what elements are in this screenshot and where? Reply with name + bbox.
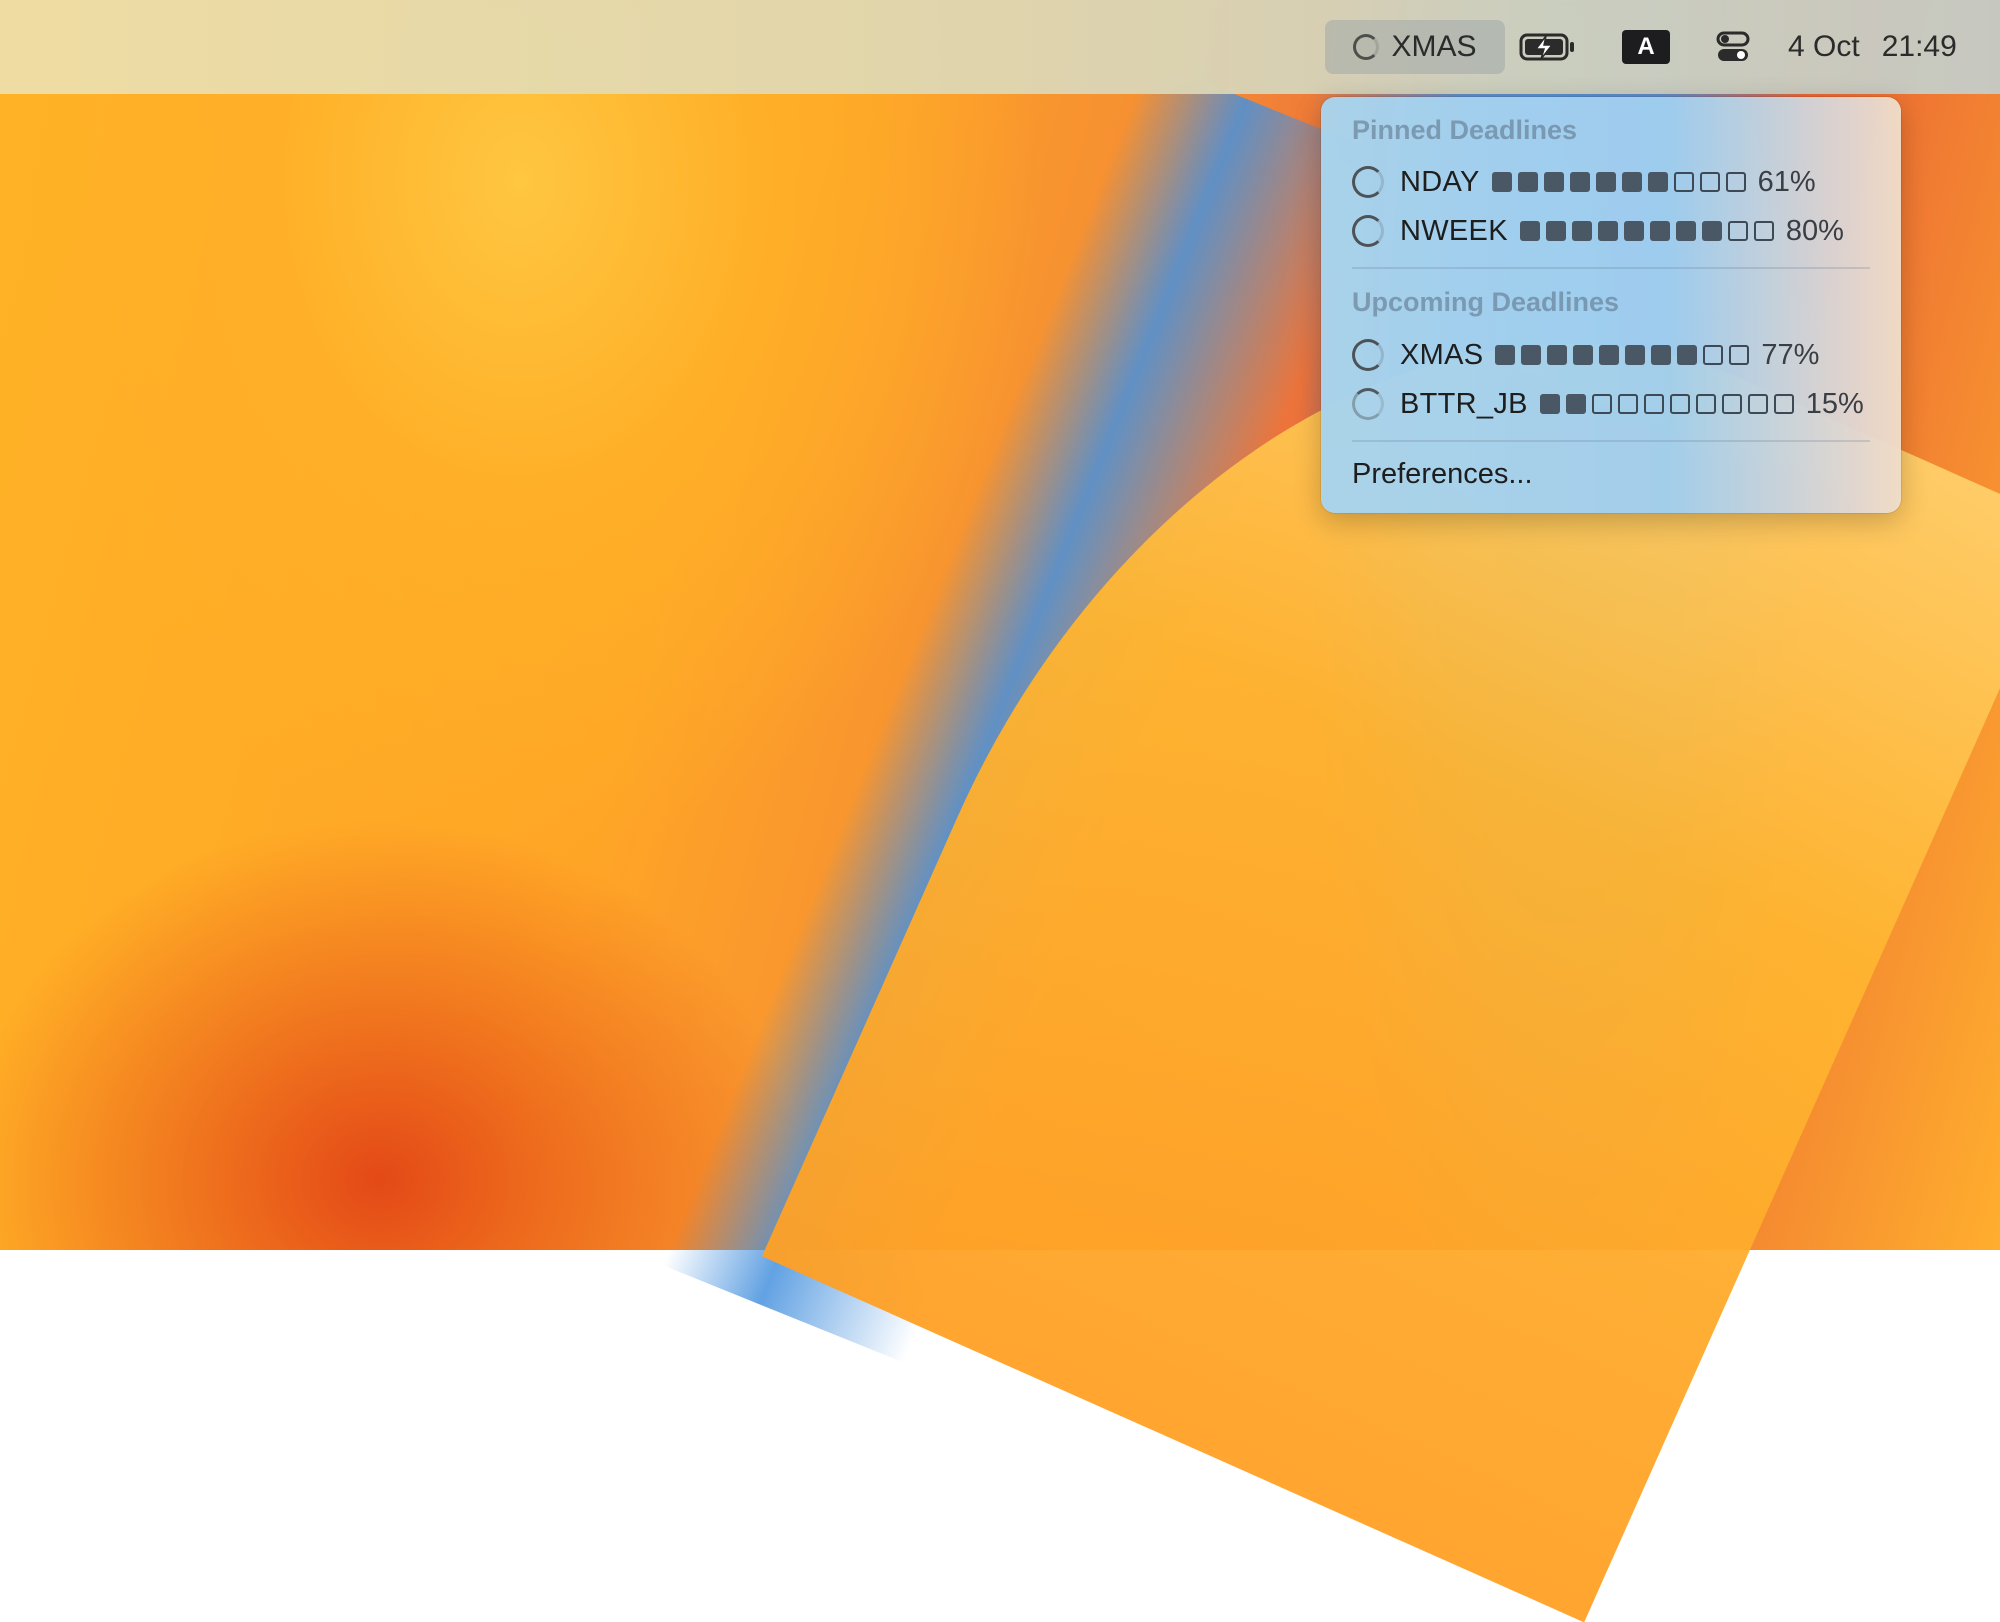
upcoming-deadlines-header: Upcoming Deadlines: [1352, 287, 1620, 317]
progress-ring-icon: [1352, 215, 1384, 247]
progress-bar: [1519, 221, 1774, 241]
spinner-icon: [1353, 34, 1380, 60]
progress-ring-icon: [1352, 166, 1384, 198]
deadline-label: NWEEK: [1400, 214, 1508, 247]
deadline-item-bttr-jb[interactable]: BTTR_JB 15%: [1352, 384, 1864, 424]
menubar-app-label: XMAS: [1391, 30, 1477, 63]
deadline-label: NDAY: [1400, 165, 1480, 198]
input-source-menu[interactable]: A: [1620, 20, 1672, 74]
deadlines-dropdown-menu: Pinned Deadlines NDAY 61% NWEEK 80% Upco…: [1321, 97, 1901, 513]
clock-time: 21:49: [1881, 30, 1957, 63]
deadline-percent: 77%: [1761, 338, 1820, 371]
deadline-percent: 80%: [1785, 214, 1844, 247]
menubar-app-xmas[interactable]: XMAS: [1325, 20, 1505, 74]
deadline-item-nweek[interactable]: NWEEK 80%: [1352, 211, 1844, 251]
battery-status[interactable]: [1518, 20, 1578, 74]
deadline-item-nday[interactable]: NDAY 61%: [1352, 162, 1816, 202]
deadline-label: XMAS: [1400, 338, 1484, 371]
progress-ring-icon: [1352, 339, 1384, 371]
progress-bar: [1495, 345, 1750, 365]
clock-date: 4 Oct: [1788, 30, 1860, 63]
input-source-badge: A: [1622, 30, 1670, 64]
preferences-menu-item[interactable]: Preferences...: [1352, 458, 1533, 491]
control-center-icon: [1716, 31, 1750, 61]
menu-separator: [1352, 440, 1870, 442]
progress-bar: [1491, 172, 1746, 192]
deadline-item-xmas[interactable]: XMAS 77%: [1352, 335, 1819, 375]
deadline-label: BTTR_JB: [1400, 387, 1528, 420]
progress-bar: [1539, 394, 1794, 414]
menubar-clock[interactable]: 4 Oct 21:49: [1788, 20, 1968, 74]
menu-bar: XMAS A 4 Oct 21:49: [0, 0, 2000, 94]
progress-ring-icon: [1352, 388, 1384, 420]
battery-charging-icon: [1519, 33, 1574, 61]
control-center-button[interactable]: [1710, 20, 1756, 74]
deadline-percent: 61%: [1757, 165, 1816, 198]
deadline-percent: 15%: [1805, 387, 1864, 420]
menu-separator: [1352, 267, 1870, 269]
pinned-deadlines-header: Pinned Deadlines: [1352, 115, 1578, 145]
